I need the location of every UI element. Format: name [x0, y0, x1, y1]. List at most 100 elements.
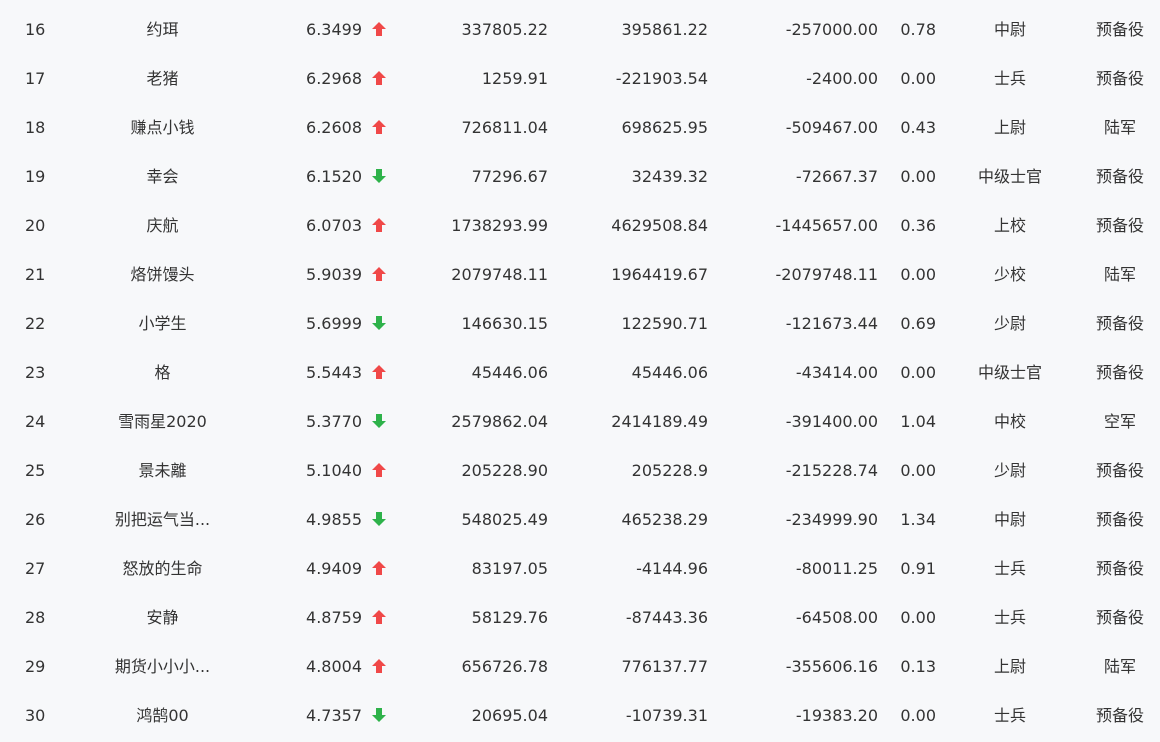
table-row[interactable]: 21 烙饼馒头 5.9039 2079748.11 1964419.67 -2079748… [0, 250, 1160, 299]
trader-name[interactable]: 别把运气当... [85, 495, 240, 544]
arrow-down-icon [372, 316, 386, 330]
branch-cell: 陆军 [1103, 657, 1136, 676]
value-c-cell: -215228.74 [785, 461, 878, 480]
table-row[interactable]: 25 景未離 5.1040 205228.90 205228.9 -215228.74 0.… [0, 446, 1160, 495]
arrow-down-icon [372, 708, 386, 722]
value-b-cell: 1964419.67 [611, 265, 708, 284]
value-c-cell: -43414.00 [795, 363, 878, 382]
rank-cell: 16 [25, 20, 46, 39]
military-rank-cell: 中尉 [993, 20, 1026, 39]
trend-cell [371, 54, 387, 103]
trend-cell [371, 5, 387, 54]
trend-cell [371, 691, 387, 740]
value-c-cell: -234999.90 [785, 510, 878, 529]
trader-name[interactable]: 雪雨星2020 [85, 397, 240, 446]
arrow-up-icon [372, 659, 386, 673]
value-a-cell: 656726.78 [461, 657, 548, 676]
table-row[interactable]: 20 庆航 6.0703 1738293.99 4629508.84 -1445657.0… [0, 201, 1160, 250]
trend-cell [371, 495, 387, 544]
trader-name[interactable]: 小学生 [85, 299, 240, 348]
value-a-cell: 205228.90 [461, 461, 548, 480]
rank-cell: 29 [25, 657, 46, 676]
military-rank-cell: 上尉 [993, 118, 1026, 137]
arrow-up-icon [372, 365, 386, 379]
branch-cell: 预备役 [1095, 363, 1144, 382]
value-a-cell: 58129.76 [471, 608, 548, 627]
branch-cell: 预备役 [1095, 559, 1144, 578]
military-rank-cell: 少尉 [993, 314, 1026, 333]
rank-cell: 21 [25, 265, 46, 284]
score-cell: 5.3770 [306, 412, 362, 431]
arrow-up-icon [372, 561, 386, 575]
rank-cell: 26 [25, 510, 46, 529]
score-cell: 5.1040 [306, 461, 362, 480]
ratio-cell: 0.13 [900, 657, 936, 676]
table-row[interactable]: 30 鸿鹄00 4.7357 20695.04 -10739.31 -19383.20 0.… [0, 691, 1160, 740]
trend-cell [371, 348, 387, 397]
value-a-cell: 146630.15 [461, 314, 548, 333]
value-a-cell: 77296.67 [471, 167, 548, 186]
branch-cell: 陆军 [1103, 265, 1136, 284]
trader-name[interactable]: 鸿鹄00 [85, 691, 240, 740]
value-a-cell: 548025.49 [461, 510, 548, 529]
trader-name[interactable]: 烙饼馒头 [85, 250, 240, 299]
table-row[interactable]: 22 小学生 5.6999 146630.15 122590.71 -121673.44 0… [0, 299, 1160, 348]
value-b-cell: 395861.22 [621, 20, 708, 39]
branch-cell: 预备役 [1095, 20, 1144, 39]
value-c-cell: -80011.25 [795, 559, 878, 578]
table-row[interactable]: 28 安静 4.8759 58129.76 -87443.36 -64508.00 0.00… [0, 593, 1160, 642]
arrow-down-icon [372, 512, 386, 526]
trader-name[interactable]: 安静 [85, 593, 240, 642]
score-cell: 6.1520 [306, 167, 362, 186]
table-row[interactable]: 23 格 5.5443 45446.06 45446.06 -43414.00 0.00 中级… [0, 348, 1160, 397]
trader-name[interactable]: 格 [85, 348, 240, 397]
trader-name[interactable]: 怒放的生命 [85, 544, 240, 593]
table-row[interactable]: 19 幸会 6.1520 77296.67 32439.32 -72667.37 0.00 中… [0, 152, 1160, 201]
value-b-cell: -10739.31 [625, 706, 708, 725]
ranking-table: 16 约珥 6.3499 337805.22 395861.22 -257000.00 0.… [0, 5, 1160, 740]
military-rank-cell: 中级士官 [977, 167, 1042, 186]
branch-cell: 空军 [1103, 412, 1136, 431]
ratio-cell: 0.00 [900, 706, 936, 725]
branch-cell: 预备役 [1095, 461, 1144, 480]
value-c-cell: -257000.00 [785, 20, 878, 39]
trader-name[interactable]: 期货小小小... [85, 642, 240, 691]
trend-cell [371, 201, 387, 250]
table-row[interactable]: 18 赚点小钱 6.2608 726811.04 698625.95 -509467.00… [0, 103, 1160, 152]
trader-name[interactable]: 幸会 [85, 152, 240, 201]
military-rank-cell: 上校 [993, 216, 1026, 235]
trader-name[interactable]: 老猪 [85, 54, 240, 103]
military-rank-cell: 中级士官 [977, 363, 1042, 382]
value-c-cell: -2079748.11 [775, 265, 878, 284]
military-rank-cell: 士兵 [993, 706, 1026, 725]
table-row[interactable]: 29 期货小小小... 4.8004 656726.78 776137.77 -35560… [0, 642, 1160, 691]
rank-cell: 22 [25, 314, 46, 333]
arrow-up-icon [372, 22, 386, 36]
branch-cell: 预备役 [1095, 216, 1144, 235]
trader-name[interactable]: 庆航 [85, 201, 240, 250]
value-b-cell: -4144.96 [636, 559, 708, 578]
value-b-cell: 205228.9 [631, 461, 708, 480]
branch-cell: 预备役 [1095, 69, 1144, 88]
rank-cell: 20 [25, 216, 46, 235]
branch-cell: 预备役 [1095, 608, 1144, 627]
ratio-cell: 0.36 [900, 216, 936, 235]
branch-cell: 预备役 [1095, 510, 1144, 529]
ratio-cell: 0.69 [900, 314, 936, 333]
table-row[interactable]: 17 老猪 6.2968 1259.91 -221903.54 -2400.00 0.00 士… [0, 54, 1160, 103]
table-row[interactable]: 24 雪雨星2020 5.3770 2579862.04 2414189.49 -3914… [0, 397, 1160, 446]
military-rank-cell: 中校 [993, 412, 1026, 431]
value-a-cell: 20695.04 [471, 706, 548, 725]
rank-cell: 19 [25, 167, 46, 186]
table-row[interactable]: 16 约珥 6.3499 337805.22 395861.22 -257000.00 0.… [0, 5, 1160, 54]
ratio-cell: 0.78 [900, 20, 936, 39]
trader-name[interactable]: 赚点小钱 [85, 103, 240, 152]
value-c-cell: -2400.00 [806, 69, 878, 88]
value-c-cell: -391400.00 [785, 412, 878, 431]
military-rank-cell: 少校 [993, 265, 1026, 284]
table-row[interactable]: 27 怒放的生命 4.9409 83197.05 -4144.96 -80011.25 0.… [0, 544, 1160, 593]
table-row[interactable]: 26 别把运气当... 4.9855 548025.49 465238.29 -23499… [0, 495, 1160, 544]
trader-name[interactable]: 景未離 [85, 446, 240, 495]
trader-name[interactable]: 约珥 [85, 5, 240, 54]
value-c-cell: -355606.16 [785, 657, 878, 676]
